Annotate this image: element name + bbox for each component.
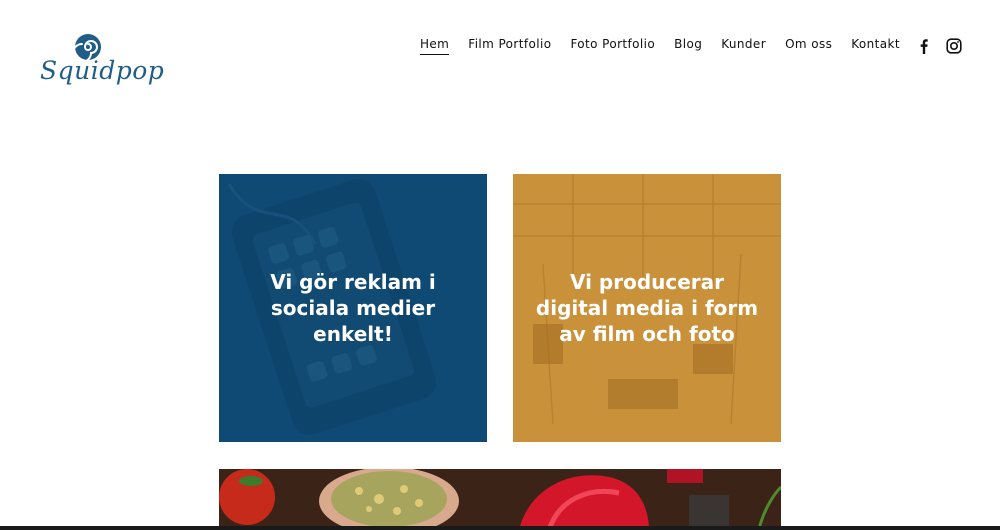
- nav-link-kunder[interactable]: Kunder: [721, 37, 766, 55]
- tile-heading-production: Vi producerar digital media i form av fi…: [535, 270, 759, 346]
- instagram-icon[interactable]: [946, 38, 962, 54]
- page-bottom-strip: [0, 526, 1000, 530]
- facebook-icon[interactable]: [916, 38, 932, 54]
- nav-link-kontakt[interactable]: Kontakt: [851, 37, 900, 55]
- social-links: [916, 38, 962, 54]
- nav-link-om-oss[interactable]: Om oss: [785, 37, 832, 55]
- nav-link-blog[interactable]: Blog: [674, 37, 702, 55]
- food-banner-image: [219, 469, 781, 530]
- food-photo: [219, 469, 781, 530]
- social-media-ads-tile[interactable]: Vi gör reklam i sociala medier enkelt!: [219, 174, 487, 442]
- nav-link-foto-portfolio[interactable]: Foto Portfolio: [570, 37, 655, 55]
- main-nav: Hem Film Portfolio Foto Portfolio Blog K…: [419, 37, 900, 55]
- brand-wordmark: Squidpop: [40, 56, 165, 85]
- tile-heading-social: Vi gör reklam i sociala medier enkelt!: [270, 270, 436, 346]
- nav-link-hem[interactable]: Hem: [419, 37, 450, 55]
- digital-media-production-tile[interactable]: Vi producerar digital media i form av fi…: [513, 174, 781, 442]
- nav-link-film-portfolio[interactable]: Film Portfolio: [468, 37, 551, 55]
- squidpop-logo[interactable]: Squidpop: [38, 32, 164, 96]
- site-header: Squidpop Hem Film Portfolio Foto Portfol…: [0, 0, 1000, 120]
